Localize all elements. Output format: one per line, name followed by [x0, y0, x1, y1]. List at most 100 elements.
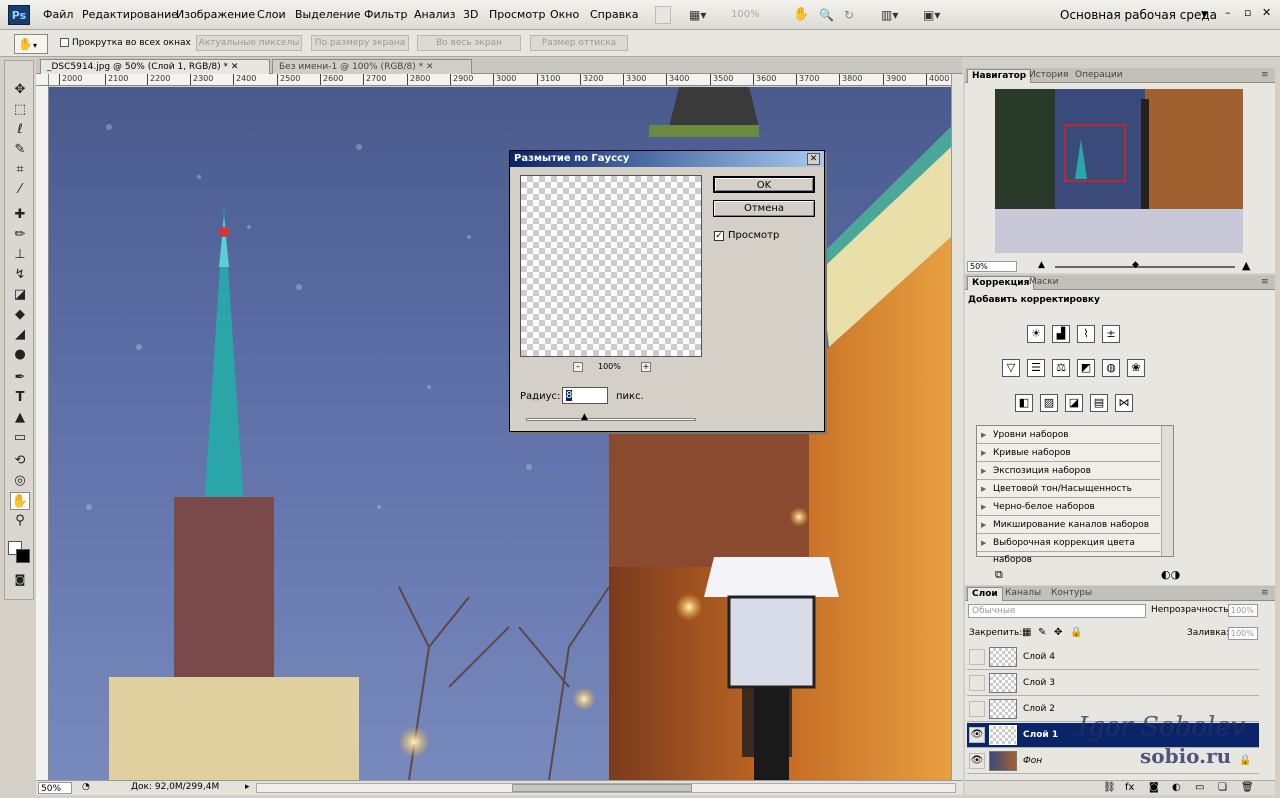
vibrance-icon[interactable]: ▽	[1002, 359, 1020, 377]
preview-checkbox[interactable]: ✓	[714, 231, 724, 241]
radius-slider-track[interactable]	[526, 418, 696, 421]
navigator-slider-thumb[interactable]: ◆	[1132, 260, 1139, 270]
minimize-button[interactable]: –	[1225, 6, 1231, 19]
tab-history[interactable]: История	[1025, 69, 1072, 83]
tab-layers[interactable]: Слои	[967, 587, 1003, 601]
actual-pixels-button[interactable]: Актуальные пикселы	[196, 35, 302, 51]
hand-tool-icon[interactable]: ✋	[10, 492, 30, 510]
close-button[interactable]: ✕	[1262, 6, 1271, 19]
menu-filter[interactable]: Фильтр	[364, 8, 408, 21]
add-mask-icon[interactable]: ◙	[1149, 782, 1159, 793]
presets-scrollbar[interactable]	[1161, 426, 1173, 556]
return-to-list-icon[interactable]: ⧉	[995, 568, 1003, 582]
marquee-tool-icon[interactable]: ⬚	[10, 101, 30, 119]
menu-help[interactable]: Справка	[590, 8, 638, 21]
new-group-icon[interactable]: ▭	[1195, 782, 1204, 793]
menu-layer[interactable]: Слои	[257, 8, 286, 21]
blur-tool-icon[interactable]: ◢	[10, 326, 30, 344]
menu-3d[interactable]: 3D	[463, 8, 478, 21]
panel-menu-icon[interactable]: ≡	[1257, 587, 1273, 601]
lasso-tool-icon[interactable]: ℓ	[10, 121, 30, 139]
lock-image-icon[interactable]: ✎	[1038, 627, 1046, 638]
menu-select[interactable]: Выделение	[295, 8, 361, 21]
preset-black-white[interactable]: Черно-белое наборов	[977, 499, 1160, 516]
clone-stamp-icon[interactable]: ⊥	[10, 246, 30, 264]
preset-levels[interactable]: Уровни наборов	[977, 427, 1160, 444]
layer-style-icon[interactable]: fx	[1125, 782, 1134, 793]
tab-masks[interactable]: Маски	[1025, 276, 1063, 290]
dodge-tool-icon[interactable]: ●	[10, 346, 30, 364]
preset-hue-saturation[interactable]: Цветовой тон/Насыщенность наборов	[977, 481, 1160, 511]
invert-icon[interactable]: ◧	[1015, 394, 1033, 412]
extras-icon[interactable]: ▦▾	[688, 6, 716, 24]
zoom-tool-icon[interactable]: ⚲	[10, 512, 30, 530]
ruler-origin[interactable]	[36, 74, 49, 86]
tab-navigator[interactable]: Навигатор	[967, 69, 1032, 83]
navigator-zoom-out-icon[interactable]: ▲	[1038, 260, 1045, 270]
type-tool-icon[interactable]: T	[10, 389, 30, 407]
lock-all-icon[interactable]: 🔒	[1070, 627, 1082, 638]
menu-image[interactable]: Изображение	[176, 8, 255, 21]
posterize-icon[interactable]: ▨	[1040, 394, 1058, 412]
zoom-out-icon[interactable]: –	[573, 362, 583, 372]
layer-row[interactable]: Слой 3	[967, 671, 1259, 696]
color-balance-icon[interactable]: ⚖	[1052, 359, 1070, 377]
path-selection-icon[interactable]: ▲	[10, 409, 30, 427]
arrange-documents-icon[interactable]: ▥▾	[880, 6, 899, 24]
vertical-ruler[interactable]	[36, 86, 49, 780]
menu-view[interactable]: Просмотр	[489, 8, 545, 21]
status-icon[interactable]: ◔	[82, 781, 90, 794]
maximize-button[interactable]: ▫	[1244, 6, 1251, 19]
paint-bucket-icon[interactable]: ◆	[10, 306, 30, 324]
new-layer-icon[interactable]: ❏	[1218, 782, 1227, 793]
3d-orbit-icon[interactable]: ◎	[10, 472, 30, 490]
history-brush-icon[interactable]: ↯	[10, 266, 30, 284]
navigator-zoom-field[interactable]: 50%	[967, 261, 1017, 272]
levels-icon[interactable]: ▟	[1052, 325, 1070, 343]
screen-mode-icon[interactable]: ▣▾	[922, 6, 941, 24]
print-size-button[interactable]: Размер оттиска	[530, 35, 628, 51]
hue-saturation-icon[interactable]: ☰	[1027, 359, 1045, 377]
scroll-thumb[interactable]	[512, 784, 692, 792]
move-tool-icon[interactable]: ✥	[10, 81, 30, 99]
healing-brush-icon[interactable]: ✚	[10, 206, 30, 224]
curves-icon[interactable]: ⌇	[1077, 325, 1095, 343]
fit-screen-button[interactable]: По размеру экрана	[311, 35, 409, 51]
tab-channels[interactable]: Каналы	[1001, 587, 1045, 601]
rotate-view-icon[interactable]: ↻	[843, 6, 855, 24]
tab-paths[interactable]: Контуры	[1047, 587, 1096, 601]
preview-area[interactable]	[520, 175, 702, 357]
fill-field[interactable]: 100%	[1228, 627, 1258, 640]
navigator-zoom-slider[interactable]	[1055, 266, 1235, 268]
zoom-tool-icon[interactable]: 🔍	[818, 6, 835, 24]
eye-icon[interactable]: 👁	[969, 727, 985, 743]
zoom-in-icon[interactable]: +	[641, 362, 651, 372]
panel-menu-icon[interactable]: ≡	[1257, 69, 1273, 83]
shape-tool-icon[interactable]: ▭	[10, 429, 30, 447]
3d-rotate-icon[interactable]: ⟲	[10, 452, 30, 470]
bridge-icon[interactable]	[655, 6, 671, 24]
cancel-button[interactable]: Отмена	[713, 200, 815, 217]
pen-tool-icon[interactable]: ✒	[10, 369, 30, 387]
quick-mask-icon[interactable]: ◙	[10, 571, 30, 589]
visibility-toggle[interactable]	[969, 649, 985, 665]
clip-to-layer-icon[interactable]: ◐◑	[1161, 568, 1180, 581]
photo-filter-icon[interactable]: ◍	[1102, 359, 1120, 377]
eye-icon[interactable]: 👁	[969, 753, 985, 769]
brightness-contrast-icon[interactable]: ☀	[1027, 325, 1045, 343]
gradient-map-icon[interactable]: ▤	[1090, 394, 1108, 412]
tab-untitled-1[interactable]: Без имени-1 @ 100% (RGB/8) * ✕	[272, 59, 472, 74]
brush-tool-icon[interactable]: ✏	[10, 226, 30, 244]
tab-actions[interactable]: Операции	[1071, 69, 1127, 83]
navigator-thumbnail[interactable]	[995, 89, 1243, 253]
status-menu-icon[interactable]: ▸	[245, 781, 250, 794]
scroll-all-checkbox[interactable]	[60, 38, 69, 47]
preset-channel-mixer[interactable]: Микширование каналов наборов	[977, 517, 1160, 534]
link-layers-icon[interactable]: ⛓	[1103, 782, 1116, 793]
tab-dsc5914[interactable]: _DSC5914.jpg @ 50% (Слой 1, RGB/8) * ✕	[40, 59, 270, 74]
dialog-close-icon[interactable]: ✕	[807, 153, 820, 165]
lock-position-icon[interactable]: ✥	[1054, 627, 1062, 638]
hand-tool-icon[interactable]: ✋	[792, 6, 810, 24]
selective-color-icon[interactable]: ⋈	[1115, 394, 1133, 412]
menu-file[interactable]: Файл	[43, 8, 73, 21]
